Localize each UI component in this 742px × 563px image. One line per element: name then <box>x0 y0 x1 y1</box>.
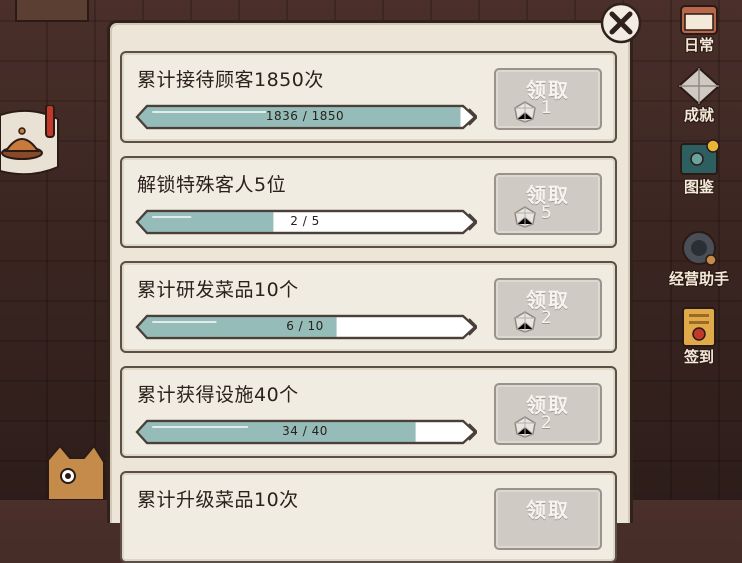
side-label-daily: 日常 <box>683 36 714 54</box>
book-icon <box>680 139 720 175</box>
gem-icon <box>514 206 536 228</box>
service-bell-icon[interactable] <box>0 105 60 175</box>
reward-count: 2 <box>541 413 552 433</box>
progress-text: 1836 / 1850 <box>265 109 345 123</box>
achievement-title: 累计升级菜品10次 <box>137 489 299 511</box>
gem-icon <box>514 101 536 123</box>
progress-bar: 6 / 10 <box>135 313 477 341</box>
achievement-title: 累计接待顾客1850次 <box>137 69 324 91</box>
background-shelf <box>15 0 89 22</box>
side-button-achievement[interactable]: 成就 <box>662 66 736 125</box>
helper-pet-icon <box>682 231 717 266</box>
claim-button[interactable]: 领取 <box>494 488 602 550</box>
claim-button[interactable]: 领取 1 <box>494 68 602 130</box>
achievement-title: 累计获得设施40个 <box>137 384 299 406</box>
gem-icon <box>514 311 536 333</box>
achievement-title: 累计研发菜品10个 <box>137 279 299 301</box>
claim-button[interactable]: 领取 2 <box>494 383 602 445</box>
reward-count: 5 <box>541 203 552 223</box>
progress-bar: 2 / 5 <box>135 208 477 236</box>
achievement-title: 解锁特殊客人5位 <box>137 174 287 196</box>
cat-character-icon <box>47 444 105 500</box>
reward-count: 2 <box>541 308 552 328</box>
side-button-daily[interactable]: 日常 <box>662 2 736 55</box>
reward-count: 1 <box>541 98 552 118</box>
side-button-collection[interactable]: 图鉴 <box>662 138 736 197</box>
side-label-checkin: 签到 <box>683 348 714 366</box>
progress-text: 34 / 40 <box>282 424 328 438</box>
claim-button[interactable]: 领取 5 <box>494 173 602 235</box>
progress-bar: 1836 / 1850 <box>135 103 477 131</box>
progress-bar: 34 / 40 <box>135 418 477 446</box>
progress-text: 6 / 10 <box>286 319 324 333</box>
claim-button[interactable]: 领取 2 <box>494 278 602 340</box>
side-button-helper[interactable]: 经营助手 <box>662 228 736 289</box>
side-label-collection: 图鉴 <box>683 178 714 196</box>
checkin-scroll-icon <box>682 307 716 347</box>
gem-icon <box>514 416 536 438</box>
calendar-icon <box>680 5 718 35</box>
side-label-achievement: 成就 <box>683 106 714 124</box>
progress-text: 2 / 5 <box>290 214 320 228</box>
diamond-icon <box>677 66 721 106</box>
side-label-helper: 经营助手 <box>668 270 729 288</box>
claim-button-label: 领取 <box>526 498 570 522</box>
side-button-checkin[interactable]: 签到 <box>662 304 736 367</box>
close-icon[interactable] <box>599 2 643 44</box>
